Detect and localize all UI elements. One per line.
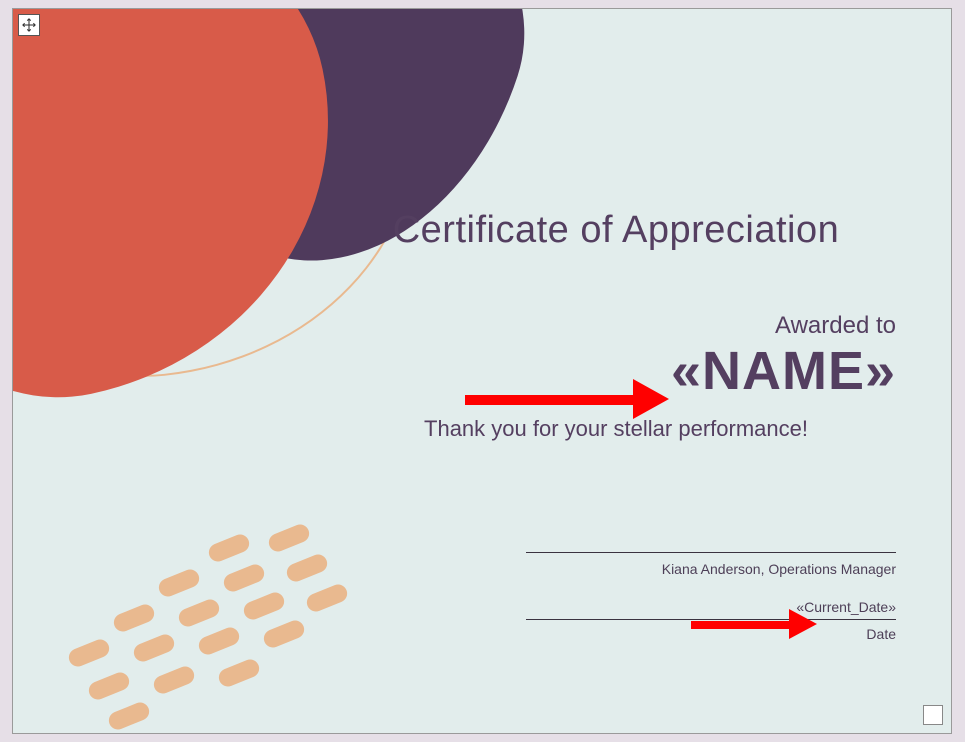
merge-field-name[interactable]: «NAME» — [336, 344, 896, 398]
certificate-title: Certificate of Appreciation — [336, 209, 896, 252]
decorative-dashes — [68, 529, 368, 729]
merge-field-date[interactable]: «Current_Date» — [526, 599, 896, 619]
resize-handle[interactable] — [923, 705, 943, 725]
awarded-to-label: Awarded to — [336, 312, 896, 340]
thankyou-text: Thank you for your stellar performance! — [336, 416, 896, 442]
move-icon — [22, 18, 36, 32]
signer-name: Kiana Anderson, Operations Manager — [526, 553, 896, 599]
certificate-content: Certificate of Appreciation Awarded to «… — [336, 209, 896, 642]
move-handle[interactable] — [18, 14, 40, 36]
certificate-canvas: Certificate of Appreciation Awarded to «… — [12, 8, 952, 734]
